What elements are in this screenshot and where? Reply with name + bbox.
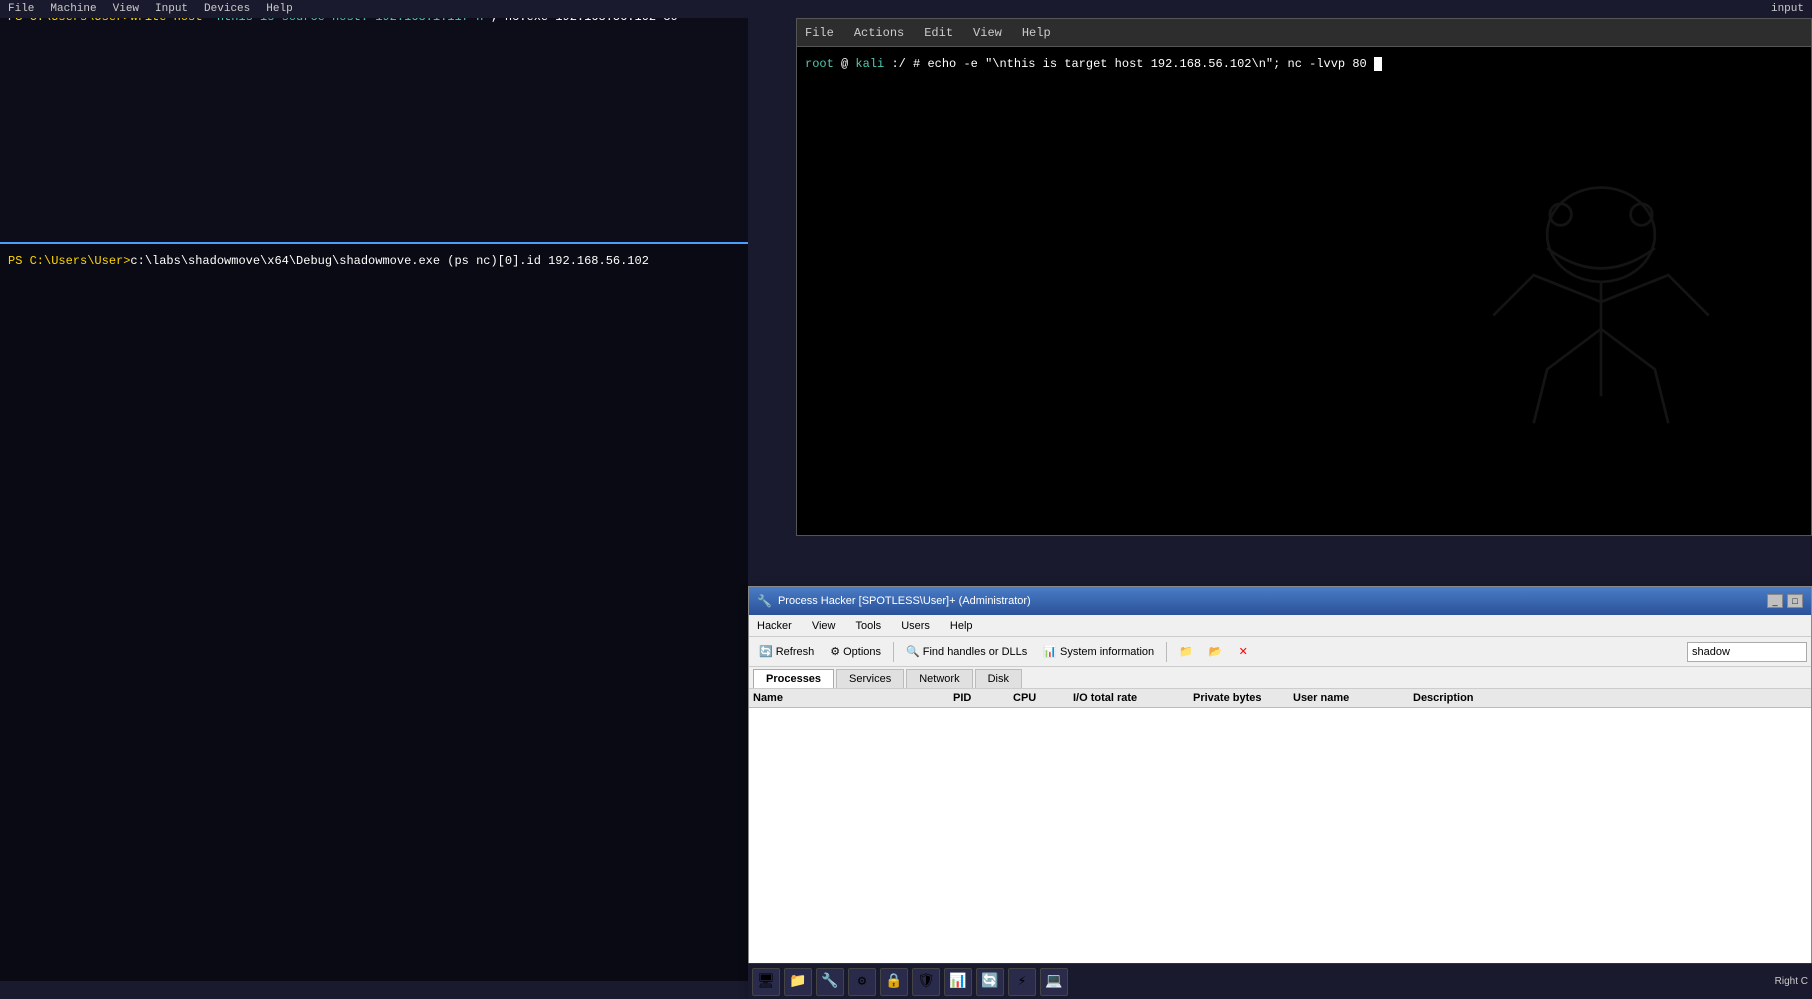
ph-options-icon: ⚙: [830, 645, 840, 658]
ph-menu-tools[interactable]: Tools: [852, 618, 886, 634]
ph-sysinfo-button[interactable]: 📊 System information: [1037, 642, 1160, 661]
ph-toolbar-separator: [893, 642, 894, 662]
ph-table-body: [749, 708, 1811, 989]
ph-col-desc: Description: [1413, 692, 1807, 704]
ph-minimize-button[interactable]: _: [1767, 594, 1783, 608]
kali-menu-actions[interactable]: Actions: [854, 26, 904, 40]
ph-menu-users[interactable]: Users: [897, 618, 934, 634]
ph-col-pid: PID: [953, 692, 1013, 704]
ph-menu-view[interactable]: View: [808, 618, 840, 634]
powershell-top-panel: PS C:\Users\User> write-host "`nthis is …: [0, 0, 748, 242]
ph-folder-icon-1: 📁: [1179, 645, 1193, 658]
process-hacker-window: 🔧 Process Hacker [SPOTLESS\User]+ (Admin…: [748, 586, 1812, 999]
ph-titlebar: 🔧 Process Hacker [SPOTLESS\User]+ (Admin…: [749, 587, 1811, 615]
kali-terminal-content[interactable]: root @ kali :/ # echo -e "\nthis is targ…: [797, 47, 1811, 535]
kali-cursor: [1374, 57, 1382, 71]
ph-col-cpu: CPU: [1013, 692, 1073, 704]
taskbar-icon-8[interactable]: 🔄: [976, 968, 1004, 996]
ph-menu-hacker[interactable]: Hacker: [753, 618, 796, 634]
ph-folder-button-1[interactable]: 📁: [1173, 642, 1199, 661]
taskbar-icon-3[interactable]: 🔧: [816, 968, 844, 996]
ph-col-name: Name: [753, 692, 953, 704]
ps-cmd-2: c:\labs\shadowmove\x64\Debug\shadowmove.…: [130, 252, 648, 270]
kali-titlebar: File Actions Edit View Help: [797, 19, 1811, 47]
ph-menu-help[interactable]: Help: [946, 618, 977, 634]
ph-find-label: Find handles or DLLs: [923, 646, 1028, 658]
ph-find-handles-button[interactable]: 🔍 Find handles or DLLs: [900, 642, 1033, 661]
kali-command-text: echo -e "\nthis is target host 192.168.5…: [927, 57, 1366, 71]
taskbar-icon-5[interactable]: 🔒: [880, 968, 908, 996]
taskbar-icon-10[interactable]: 💻: [1040, 968, 1068, 996]
ph-close-filter-button[interactable]: ✕: [1233, 642, 1254, 661]
kali-hash: #: [913, 57, 927, 71]
ph-options-button[interactable]: ⚙ Options: [824, 642, 887, 661]
ph-tab-processes-label: Processes: [766, 673, 821, 685]
ph-tab-services[interactable]: Services: [836, 669, 904, 688]
taskbar-icon-1[interactable]: 🖥: [752, 968, 780, 996]
menu-machine[interactable]: Machine: [50, 3, 96, 15]
ph-tab-disk[interactable]: Disk: [975, 669, 1022, 688]
ph-col-io: I/O total rate: [1073, 692, 1193, 704]
ph-tab-processes[interactable]: Processes: [753, 669, 834, 688]
ph-sysinfo-icon: 📊: [1043, 645, 1057, 658]
ph-search-input[interactable]: [1687, 642, 1807, 662]
ph-titlebar-buttons: _ □: [1767, 594, 1803, 608]
menu-help[interactable]: Help: [266, 3, 292, 15]
ph-tab-disk-label: Disk: [988, 673, 1009, 685]
ph-col-user: User name: [1293, 692, 1413, 704]
ph-maximize-button[interactable]: □: [1787, 594, 1803, 608]
taskbar-icon-4[interactable]: ⚙: [848, 968, 876, 996]
ph-find-icon: 🔍: [906, 645, 920, 658]
kali-terminal-window: File Actions Edit View Help root @ kali: [796, 18, 1812, 536]
right-bottom-bg: [748, 536, 1812, 586]
ph-refresh-icon: 🔄: [759, 645, 773, 658]
menu-devices[interactable]: Devices: [204, 3, 250, 15]
ph-close-filter-icon: ✕: [1239, 645, 1248, 658]
taskbar-icon-6[interactable]: 🛡: [912, 968, 940, 996]
taskbar-right-label: Right C: [1775, 976, 1808, 987]
kali-colon: :/: [891, 57, 905, 71]
taskbar-icon-9[interactable]: ⚡: [1008, 968, 1036, 996]
top-menu-items: File Machine View Input Devices Help: [8, 3, 293, 15]
menu-input[interactable]: Input: [155, 3, 188, 15]
taskbar-icon-7[interactable]: 📊: [944, 968, 972, 996]
kali-host: kali: [855, 57, 884, 71]
kali-menu: File Actions Edit View Help: [805, 26, 1051, 40]
ph-toolbar: 🔄 Refresh ⚙ Options 🔍 Find handles or DL…: [749, 637, 1811, 667]
kali-command-line: root @ kali :/ # echo -e "\nthis is targ…: [805, 55, 1803, 74]
top-menubar: File Machine View Input Devices Help inp…: [0, 0, 1812, 18]
ph-refresh-label: Refresh: [776, 646, 815, 658]
ph-tab-network[interactable]: Network: [906, 669, 972, 688]
top-bar-right-label: input: [1771, 3, 1804, 15]
ph-toolbar-separator-2: [1166, 642, 1167, 662]
ph-tabs: Processes Services Network Disk: [749, 667, 1811, 689]
ph-folder-icon-2: 📂: [1209, 645, 1223, 658]
ph-tab-services-label: Services: [849, 673, 891, 685]
ph-folder-button-2[interactable]: 📂: [1203, 642, 1229, 661]
ph-options-label: Options: [843, 646, 881, 658]
kali-watermark-svg: [1451, 127, 1751, 477]
ph-menubar: Hacker View Tools Users Help: [749, 615, 1811, 637]
kali-menu-edit[interactable]: Edit: [924, 26, 953, 40]
ph-title: Process Hacker [SPOTLESS\User]+ (Adminis…: [778, 595, 1767, 607]
ps-prompt-2: PS C:\Users\User>: [8, 252, 130, 270]
ph-icon: 🔧: [757, 594, 772, 608]
kali-user: root: [805, 57, 834, 71]
taskbar-icon-2[interactable]: 📁: [784, 968, 812, 996]
menu-file[interactable]: File: [8, 3, 34, 15]
kali-at: @: [841, 57, 848, 71]
taskbar: 🖥 📁 🔧 ⚙ 🔒 🛡 📊 🔄 ⚡ 💻 Right C: [748, 963, 1812, 999]
kali-menu-view[interactable]: View: [973, 26, 1002, 40]
kali-menu-help[interactable]: Help: [1022, 26, 1051, 40]
ps-line-2: PS C:\Users\User> c:\labs\shadowmove\x64…: [8, 252, 740, 270]
ph-table-header: Name PID CPU I/O total rate Private byte…: [749, 689, 1811, 708]
ph-col-private: Private bytes: [1193, 692, 1293, 704]
ph-tab-network-label: Network: [919, 673, 959, 685]
ph-sysinfo-label: System information: [1060, 646, 1154, 658]
powershell-bottom-panel: PS C:\Users\User> c:\labs\shadowmove\x64…: [0, 242, 748, 981]
menu-view[interactable]: View: [113, 3, 139, 15]
kali-menu-file[interactable]: File: [805, 26, 834, 40]
ph-refresh-button[interactable]: 🔄 Refresh: [753, 642, 820, 661]
